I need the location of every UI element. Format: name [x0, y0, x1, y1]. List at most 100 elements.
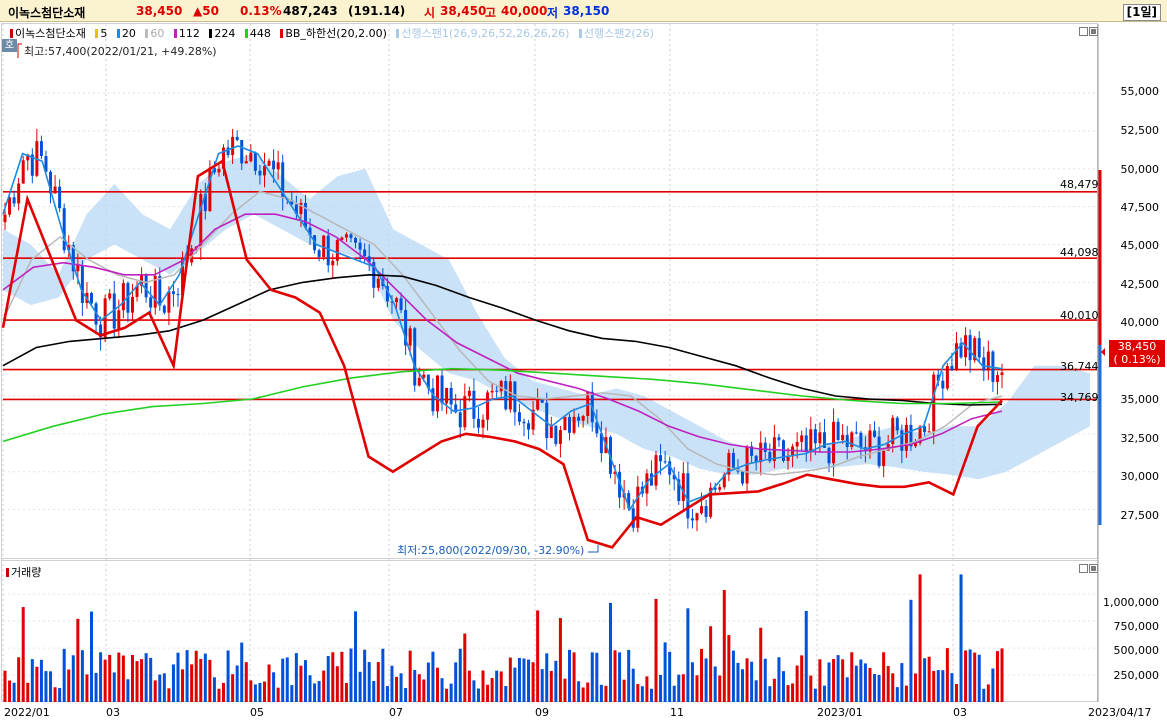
volume-bar	[376, 662, 380, 702]
legend-bb[interactable]: BB_하한선(20,2.00)	[280, 27, 390, 40]
candle-body	[977, 338, 981, 358]
price-tick: 27,500	[1120, 509, 1160, 522]
candle-body	[358, 242, 362, 250]
candle-body	[108, 293, 112, 299]
volume-bar	[244, 662, 248, 702]
volume-bar	[490, 677, 494, 702]
volume-bar	[586, 682, 590, 702]
candle-body	[536, 399, 540, 410]
volume-bar	[722, 590, 726, 702]
volume-bar	[622, 679, 626, 702]
volume-bar	[918, 574, 922, 702]
candle-body	[231, 136, 235, 155]
volume-bar	[71, 655, 75, 702]
volume-bar	[791, 683, 795, 702]
volume-bar	[354, 611, 358, 702]
legend-ma5[interactable]: 5	[95, 27, 110, 40]
candle-body	[235, 136, 239, 141]
legend-span2[interactable]: 선행스팬2(26)	[578, 27, 657, 40]
candle-body	[895, 417, 899, 431]
candle-body	[449, 387, 453, 405]
candle-body	[331, 260, 335, 266]
price-tick: 47,500	[1120, 201, 1160, 214]
volume-bar	[249, 680, 253, 702]
volume-bar	[8, 680, 12, 702]
volume-bar	[390, 665, 394, 702]
volume-bar	[495, 670, 499, 702]
candle-body	[836, 421, 840, 441]
volume-bar	[149, 657, 153, 702]
legend-ma224[interactable]: 224	[209, 27, 238, 40]
legend-ma60[interactable]: 60	[145, 27, 167, 40]
candle-body	[413, 328, 417, 386]
price-tick: 52,500	[1120, 124, 1160, 137]
price-tick: 30,000	[1120, 470, 1160, 483]
volume-bar	[44, 671, 48, 702]
legend-price[interactable]: 이녹스첨단소재	[10, 27, 89, 40]
legend-ma20[interactable]: 20	[116, 27, 139, 40]
candle-body	[522, 421, 526, 424]
volume-bar	[135, 661, 139, 702]
volume-bar	[435, 667, 439, 702]
candle-body	[162, 305, 166, 313]
candle-body	[272, 160, 276, 170]
candle-body	[763, 442, 767, 452]
volume-bar	[449, 683, 453, 702]
volume-bar	[640, 686, 644, 702]
candle-body	[171, 291, 175, 295]
legend-toggle-icon[interactable]: 호	[2, 39, 17, 52]
volume-bar	[909, 599, 913, 702]
candle-body	[440, 375, 444, 404]
candle-body	[1000, 372, 1004, 376]
volume-bar	[813, 688, 817, 702]
volume-bar	[253, 684, 257, 702]
volume-bar	[308, 675, 312, 702]
candle-body	[704, 506, 708, 517]
price-chart[interactable]	[0, 0, 1167, 723]
volume-bar	[181, 669, 185, 702]
candle-body	[472, 390, 476, 419]
volume-bar	[276, 687, 280, 702]
candle-body	[495, 390, 499, 392]
volume-bar	[103, 659, 107, 702]
volume-bar	[262, 681, 266, 702]
candle-body	[199, 193, 203, 247]
volume-bar	[877, 674, 881, 702]
volume-bar	[431, 651, 435, 702]
candle-body	[695, 513, 699, 521]
volume-bar	[62, 648, 66, 702]
volume-bar	[481, 670, 485, 702]
legend-ma448[interactable]: 448	[244, 27, 274, 40]
candle-body	[463, 396, 467, 428]
candle-body	[149, 297, 153, 308]
volume-bar	[39, 659, 43, 702]
volume-bar	[17, 657, 21, 702]
legend-ma112[interactable]: 112	[173, 27, 203, 40]
volume-bar	[476, 688, 480, 702]
volume-legend[interactable]: 거래량	[6, 564, 41, 580]
volume-bar	[404, 687, 408, 702]
candle-body	[130, 296, 134, 313]
volume-bar	[381, 648, 385, 702]
candle-body	[572, 416, 576, 433]
volume-bar	[26, 682, 30, 702]
volume-bar	[895, 687, 899, 702]
volume-bar	[208, 659, 212, 702]
volume-bar	[982, 688, 986, 702]
candle-body	[217, 168, 221, 173]
current-price-marker: 38,450 ( 0.13%)	[1109, 340, 1165, 367]
legend-span1[interactable]: 선행스팬1(26,9,26,52,26,26,26)	[396, 27, 572, 40]
volume-bar	[841, 659, 845, 702]
candle-body	[873, 430, 877, 437]
volume-bar	[977, 654, 981, 702]
volume-bar	[986, 684, 990, 702]
candle-body	[276, 162, 280, 170]
volume-bar	[517, 657, 521, 702]
candle-body	[795, 441, 799, 447]
volume-bar	[599, 684, 603, 702]
price-tick: 35,000	[1120, 393, 1160, 406]
indicator-legend: 이녹스첨단소재 5 20 60 112 224 448 BB_하한선(20,2.…	[4, 25, 660, 40]
volume-bar	[631, 668, 635, 702]
volume-bar	[508, 657, 512, 702]
volume-bar	[558, 618, 562, 702]
